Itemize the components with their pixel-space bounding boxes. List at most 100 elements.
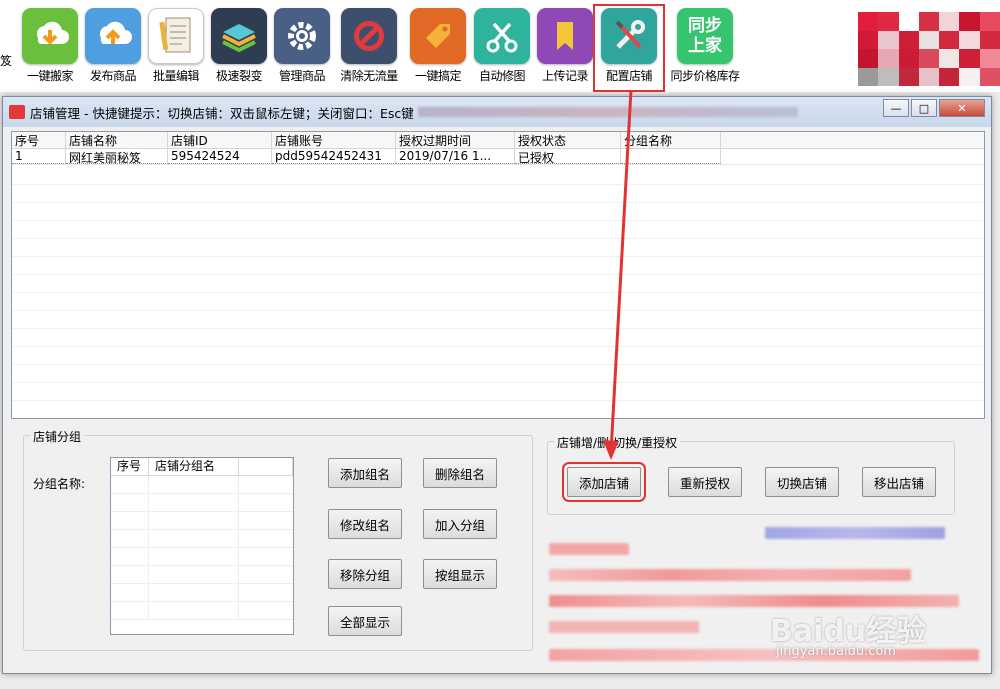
forbidden-icon	[341, 8, 397, 64]
grid-line	[12, 220, 984, 221]
switch-store-button[interactable]: 切换店铺	[765, 467, 839, 497]
show-all-button[interactable]: 全部显示	[328, 606, 402, 636]
grid-line	[12, 346, 984, 347]
list-item[interactable]	[111, 494, 293, 512]
blurred-notice-bar	[765, 527, 945, 539]
add-group-button[interactable]: 添加组名	[328, 458, 402, 488]
toolbar-label: 上传记录	[541, 69, 589, 83]
table-cell: 网红美丽秘笈	[66, 149, 168, 164]
pixelated-avatar-image	[858, 12, 1000, 86]
toolbar-button-sync-price-stock[interactable]: 同步 上家 同步价格库存	[666, 8, 744, 88]
column-header[interactable]: 分组名称	[621, 132, 721, 148]
list-item[interactable]	[111, 512, 293, 530]
table-cell: pdd59542452431	[272, 149, 396, 164]
store-management-window: 店铺管理 - 快捷键提示：切换店铺：双击鼠标左键；关闭窗口：Esc键 — □ ✕…	[2, 96, 992, 674]
group-list-header: 序号 店铺分组名	[111, 458, 293, 476]
toolbar-button-one-click-done[interactable]: 一键搞定	[406, 8, 470, 88]
sync-home-icon: 同步 上家	[677, 8, 733, 64]
grid-line	[12, 400, 984, 401]
download-cloud-icon	[22, 8, 78, 64]
group-list[interactable]: 序号 店铺分组名	[110, 457, 294, 635]
grid-line	[12, 328, 984, 329]
toolbar-label: 清除无流量	[340, 69, 398, 83]
join-group-button[interactable]: 加入分组	[423, 509, 497, 539]
remove-group-button[interactable]: 移除分组	[328, 559, 402, 589]
screen-root: 笈 一键搬家 发布商品 批量编辑 极速裂变 管理商品 清除无流量 一键搞定 自动…	[0, 0, 1000, 689]
scissors-icon	[474, 8, 530, 64]
list-item[interactable]	[111, 584, 293, 602]
toolbar-button-clear-no-traffic[interactable]: 清除无流量	[337, 8, 401, 88]
toolbar-button-publish-product[interactable]: 发布商品	[81, 8, 145, 88]
toolbar-label: 批量编辑	[152, 69, 200, 83]
toolbar-label: 一键搬家	[26, 69, 74, 83]
toolbar-button-batch-edit[interactable]: 批量编辑	[144, 8, 208, 88]
table-cell: 已授权	[515, 149, 621, 164]
table-cell: 2019/07/16 1...	[396, 149, 515, 164]
grid-line	[12, 184, 984, 185]
column-header[interactable]: 序号	[111, 458, 149, 475]
app-logo-icon	[9, 105, 25, 119]
list-item[interactable]	[111, 530, 293, 548]
maximize-button[interactable]: □	[911, 99, 937, 117]
blurred-title-text	[417, 107, 798, 117]
column-header[interactable]: 店铺账号	[272, 132, 396, 148]
column-header[interactable]: 授权过期时间	[396, 132, 515, 148]
toolbar-label: 极速裂变	[215, 69, 263, 83]
column-header-empty	[239, 458, 293, 475]
toolbar-label: 同步价格库存	[670, 69, 740, 83]
list-item[interactable]	[111, 476, 293, 494]
group-panel-legend: 店铺分组	[30, 428, 85, 445]
toolbar-label: 自动修图	[478, 69, 526, 83]
toolbar-button-auto-retouch[interactable]: 自动修图	[470, 8, 534, 88]
wrench-screwdriver-icon	[601, 8, 657, 64]
delete-group-button[interactable]: 删除组名	[423, 458, 497, 488]
blurred-notice-line	[549, 649, 979, 661]
column-header[interactable]: 序号	[12, 132, 66, 148]
grid-line	[12, 238, 984, 239]
toolbar-label: 一键搞定	[414, 69, 462, 83]
window-title: 店铺管理 - 快捷键提示：切换店铺：双击鼠标左键；关闭窗口：Esc键	[30, 105, 414, 121]
tag-icon	[410, 8, 466, 64]
list-item[interactable]	[111, 548, 293, 566]
add-store-button[interactable]: 添加店铺	[562, 462, 646, 502]
baidu-watermark-url: jingyan.baidu.com	[776, 644, 896, 659]
store-panel-legend: 店铺增/删/切换/重授权	[554, 434, 681, 451]
minimize-button[interactable]: —	[883, 99, 909, 117]
table-cell	[621, 149, 721, 164]
table-row[interactable]: 1 网红美丽秘笈 595424524 pdd59542452431 2019/0…	[12, 149, 984, 165]
grid-line	[12, 292, 984, 293]
window-controls: — □ ✕	[881, 99, 985, 117]
blurred-notice-line	[549, 621, 699, 633]
grid-line	[12, 310, 984, 311]
edit-document-icon	[148, 8, 204, 64]
rename-group-button[interactable]: 修改组名	[328, 509, 402, 539]
grid-line	[12, 202, 984, 203]
toolbar-button-configure-store[interactable]: 配置店铺	[593, 4, 665, 92]
toolbar-button-manage-products[interactable]: 管理商品	[270, 8, 334, 88]
remove-store-button[interactable]: 移出店铺	[862, 467, 936, 497]
toolbar-button-upload-records[interactable]: 上传记录	[533, 8, 597, 88]
toolbar-button-fast-split[interactable]: 极速裂变	[207, 8, 271, 88]
toolbar-label: 管理商品	[278, 69, 326, 83]
grid-line	[12, 382, 984, 383]
table-header: 序号 店铺名称 店铺ID 店铺账号 授权过期时间 授权状态 分组名称	[12, 132, 984, 149]
reauthorize-button[interactable]: 重新授权	[668, 467, 742, 497]
column-header[interactable]: 店铺ID	[168, 132, 272, 148]
show-by-group-button[interactable]: 按组显示	[423, 559, 497, 589]
column-header[interactable]: 店铺分组名	[149, 458, 239, 475]
column-header[interactable]: 授权状态	[515, 132, 621, 148]
table-cell: 595424524	[168, 149, 272, 164]
toolbar-label: 发布商品	[89, 69, 137, 83]
toolbar-button-one-click-move[interactable]: 一键搬家	[18, 8, 82, 88]
list-item[interactable]	[111, 602, 293, 620]
blurred-notice-line	[549, 569, 911, 581]
blurred-notice-line	[549, 543, 629, 555]
group-name-label: 分组名称:	[33, 477, 86, 491]
store-table[interactable]: 序号 店铺名称 店铺ID 店铺账号 授权过期时间 授权状态 分组名称 1 网红美…	[11, 131, 985, 419]
column-header[interactable]: 店铺名称	[66, 132, 168, 148]
window-titlebar[interactable]: 店铺管理 - 快捷键提示：切换店铺：双击鼠标左键；关闭窗口：Esc键 — □ ✕	[3, 97, 991, 127]
close-button[interactable]: ✕	[939, 99, 985, 117]
grid-line	[12, 364, 984, 365]
grid-line	[12, 256, 984, 257]
list-item[interactable]	[111, 566, 293, 584]
